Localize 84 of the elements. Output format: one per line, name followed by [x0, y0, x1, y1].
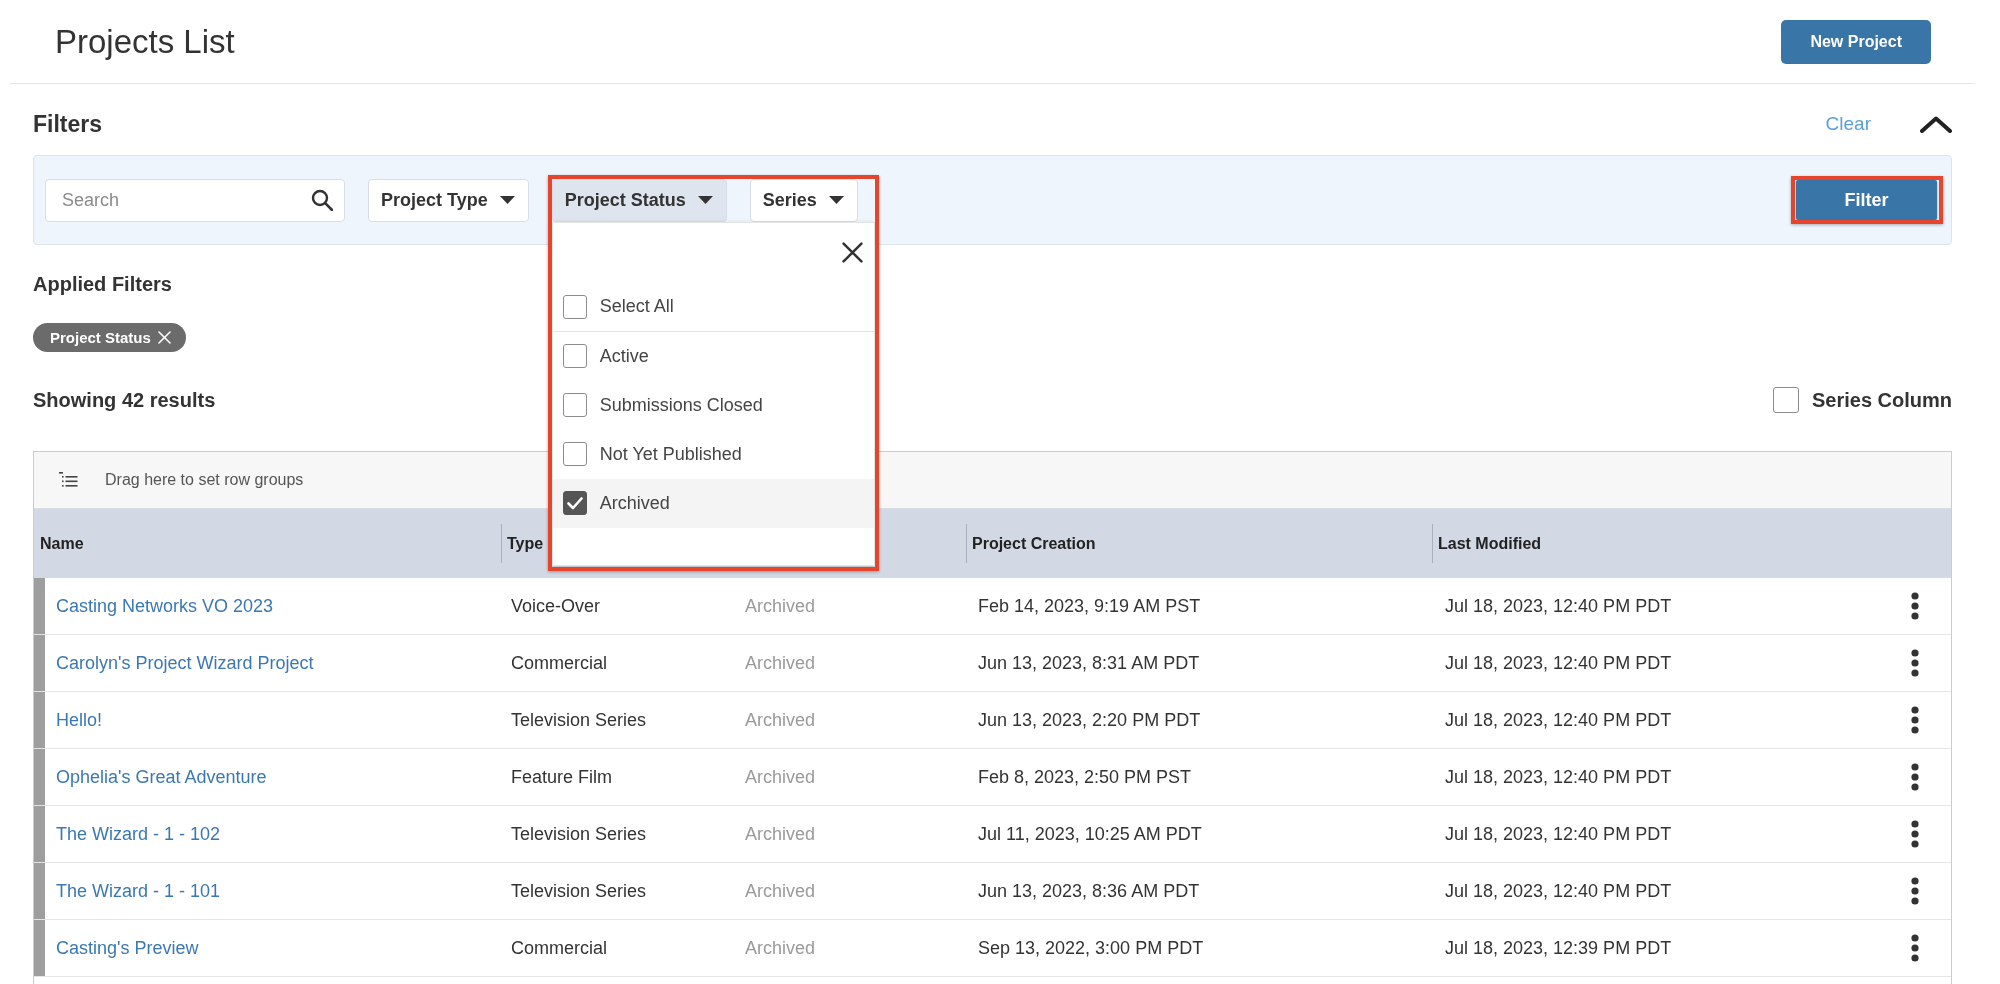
group-hint-text: Drag here to set row groups — [105, 471, 304, 489]
project-link[interactable]: Carolyn's Project Wizard Project — [56, 652, 314, 674]
checkbox[interactable] — [562, 393, 587, 417]
table-cell-text: Feature Film — [510, 765, 614, 789]
project-link[interactable]: Hello! — [56, 709, 103, 731]
project-link[interactable]: Ophelia's Great Adventure — [56, 766, 267, 788]
caret-down-icon — [828, 196, 844, 204]
table-cell-text: Archived — [744, 822, 817, 846]
menu-option[interactable]: Select All — [552, 282, 874, 332]
project-link[interactable]: The Wizard - 1 - 101 — [56, 880, 221, 902]
table-cell-text: Television Series — [510, 822, 648, 846]
table-cell-text: Feb 8, 2023, 2:50 PM PST — [977, 765, 1193, 789]
menu-option[interactable]: Archived — [552, 478, 874, 528]
more-options-icon[interactable] — [1911, 820, 1919, 848]
table-cell-text: Jul 18, 2023, 12:39 PM PDT — [1444, 936, 1673, 960]
close-icon[interactable] — [841, 242, 863, 263]
column-header[interactable]: Last Modified — [1432, 509, 1879, 578]
table-cell-text: Archived — [744, 936, 817, 960]
checkbox[interactable] — [562, 344, 587, 368]
table-cell-text: Jul 11, 2023, 10:25 AM PDT — [977, 822, 1203, 846]
table-cell-text: Television Series — [510, 879, 648, 903]
table-cell-text: Jul 18, 2023, 12:40 PM PDT — [1444, 765, 1673, 789]
table-cell-text: Jun 13, 2023, 2:20 PM PDT — [977, 708, 1202, 732]
table-cell-text: Jul 18, 2023, 12:40 PM PDT — [1444, 822, 1673, 846]
more-options-icon[interactable] — [1911, 706, 1919, 734]
table-cell-text: Sep 13, 2022, 3:00 PM PDT — [977, 936, 1205, 960]
filter-chip[interactable]: Project Status — [33, 323, 186, 352]
checkbox[interactable] — [562, 491, 587, 515]
chevron-up-icon[interactable] — [1920, 115, 1952, 133]
project-link[interactable]: The Wizard - 1 - 102 — [56, 823, 221, 845]
table-cell-text: Jul 18, 2023, 12:40 PM PDT — [1444, 651, 1673, 675]
section-heading: Filters — [33, 111, 103, 137]
filter-dropdown[interactable]: Series — [749, 178, 858, 222]
more-options-icon[interactable] — [1911, 934, 1919, 962]
row-marker — [34, 578, 45, 634]
list-indent-icon — [59, 472, 78, 488]
checkmark-icon — [566, 496, 583, 510]
table-cell-text: Voice-Over — [510, 594, 602, 618]
table-cell-text: Jul 18, 2023, 12:40 PM PDT — [1444, 594, 1673, 618]
table-cell-text: Archived — [744, 765, 817, 789]
more-options-icon[interactable] — [1911, 592, 1919, 620]
page-title: Projects List — [55, 22, 235, 61]
table-cell-text: Jul 18, 2023, 12:40 PM PDT — [1444, 879, 1673, 903]
table-cell-text: Jun 13, 2023, 8:31 AM PDT — [977, 651, 1201, 675]
table-cell-text: Archived — [744, 651, 817, 675]
caret-down-icon — [499, 196, 515, 204]
filter-dropdown[interactable]: Project Type — [368, 178, 529, 222]
row-marker — [34, 863, 45, 919]
results-count: Showing 42 results — [33, 388, 216, 412]
table-cell-text: Archived — [744, 708, 817, 732]
row-marker — [34, 635, 45, 691]
filter-button[interactable]: Filter — [1796, 180, 1937, 220]
filter-dropdown[interactable]: Project Status — [551, 178, 727, 222]
more-options-icon[interactable] — [1911, 877, 1919, 905]
search-field[interactable]: Search — [45, 178, 345, 222]
table-cell-text: Feb 14, 2023, 9:19 AM PST — [977, 594, 1202, 618]
row-marker — [34, 920, 45, 976]
table-cell-text: Commercial — [510, 936, 608, 960]
table-cell-text: Archived — [744, 594, 817, 618]
row-marker — [34, 806, 45, 862]
checkbox[interactable] — [1772, 387, 1799, 413]
new-project-button[interactable]: New Project — [1781, 19, 1931, 64]
table-cell-text: Television Series — [510, 708, 648, 732]
table-cell-text: Archived — [744, 879, 817, 903]
row-marker — [34, 749, 45, 805]
checkbox[interactable] — [562, 294, 587, 319]
table-cell-text: Jun 13, 2023, 8:36 AM PDT — [977, 879, 1201, 903]
column-header[interactable]: Name — [34, 509, 501, 578]
column-header[interactable]: Project Creation — [966, 509, 1432, 578]
menu-option[interactable]: Submissions Closed — [552, 380, 874, 430]
project-link[interactable]: Casting Networks VO 2023 — [56, 595, 274, 617]
caret-down-icon — [697, 196, 713, 204]
more-options-icon[interactable] — [1911, 649, 1919, 677]
table-cell-text: Commercial — [510, 651, 608, 675]
project-link[interactable]: Casting's Preview — [56, 937, 199, 959]
section-heading: Applied Filters — [33, 272, 172, 297]
more-options-icon[interactable] — [1911, 763, 1919, 791]
menu-option[interactable]: Active — [552, 331, 874, 381]
row-marker — [34, 692, 45, 748]
menu-option[interactable]: Not Yet Published — [552, 429, 874, 479]
checkbox[interactable] — [562, 442, 587, 466]
search-icon — [311, 188, 333, 211]
table-cell-text: Jul 18, 2023, 12:40 PM PDT — [1444, 708, 1673, 732]
checkbox-option[interactable]: Series Column — [1772, 387, 1952, 413]
